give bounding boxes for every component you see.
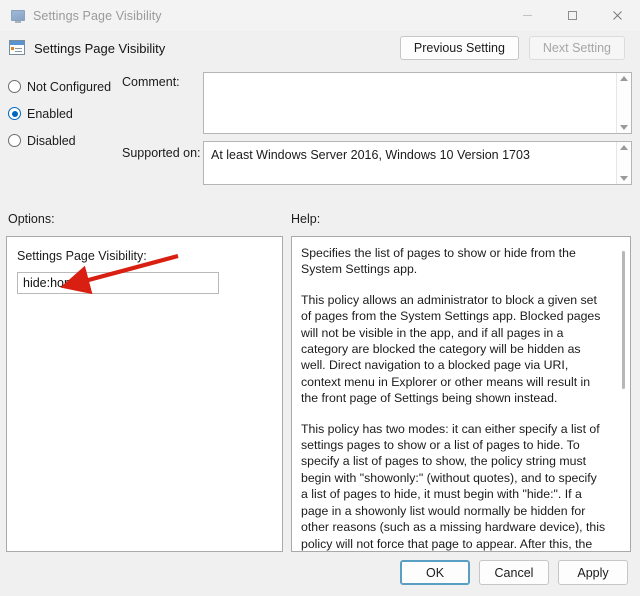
setting-navigation: Previous Setting Next Setting <box>399 36 625 60</box>
policy-state-section: Not Configured Enabled Disabled Comment:… <box>0 65 640 193</box>
radio-not-configured-indicator[interactable] <box>8 80 21 93</box>
policy-state-radio-group: Not Configured Enabled Disabled <box>8 73 120 154</box>
radio-enabled-indicator[interactable] <box>8 107 21 120</box>
radio-enabled-label: Enabled <box>27 106 73 121</box>
ok-button[interactable]: OK <box>400 560 470 585</box>
supported-on-label: Supported on: <box>122 146 201 160</box>
policy-setting-icon <box>9 40 26 56</box>
comment-scrollbar[interactable] <box>616 73 631 133</box>
settings-page-visibility-caption: Settings Page Visibility: <box>17 249 147 263</box>
comment-value[interactable] <box>204 73 616 133</box>
scroll-down-icon[interactable] <box>620 176 628 181</box>
next-setting-button[interactable]: Next Setting <box>528 36 625 60</box>
window-titlebar: Settings Page Visibility <box>0 0 640 31</box>
scroll-up-icon[interactable] <box>620 76 628 81</box>
scroll-down-icon[interactable] <box>620 125 628 130</box>
apply-button[interactable]: Apply <box>558 560 628 585</box>
comment-field[interactable] <box>203 72 632 134</box>
radio-not-configured-label: Not Configured <box>27 79 112 94</box>
help-scrollbar[interactable] <box>616 237 630 551</box>
previous-setting-button[interactable]: Previous Setting <box>399 36 519 60</box>
comment-label: Comment: <box>122 75 180 89</box>
help-paragraph: This policy has two modes: it can either… <box>301 421 606 551</box>
supported-on-field: At least Windows Server 2016, Windows 10… <box>203 141 632 185</box>
help-scrollbar-thumb[interactable] <box>622 251 625 389</box>
help-label: Help: <box>291 212 321 226</box>
radio-enabled[interactable]: Enabled <box>8 100 120 127</box>
dialog-footer: OK Cancel Apply <box>400 560 628 585</box>
help-paragraph: Specifies the list of pages to show or h… <box>301 246 576 277</box>
minimize-icon[interactable] <box>505 0 550 31</box>
dialog-header: Settings Page Visibility Previous Settin… <box>0 31 640 65</box>
settings-page-visibility-input[interactable] <box>17 272 219 294</box>
cancel-button[interactable]: Cancel <box>479 560 549 585</box>
radio-disabled-label: Disabled <box>27 133 76 148</box>
help-paragraph: This policy allows an administrator to b… <box>301 292 601 406</box>
close-icon[interactable] <box>595 0 640 31</box>
window-title: Settings Page Visibility <box>33 8 162 23</box>
help-text: Specifies the list of pages to show or h… <box>292 237 616 551</box>
radio-disabled[interactable]: Disabled <box>8 127 120 154</box>
options-panel: Settings Page Visibility: <box>6 236 283 552</box>
window-controls <box>505 0 640 31</box>
window-icon <box>9 8 25 24</box>
page-title: Settings Page Visibility <box>34 40 166 56</box>
supported-on-scrollbar[interactable] <box>616 142 631 184</box>
maximize-icon[interactable] <box>550 0 595 31</box>
scroll-up-icon[interactable] <box>620 145 628 150</box>
options-label: Options: <box>8 212 55 226</box>
help-panel: Specifies the list of pages to show or h… <box>291 236 631 552</box>
radio-disabled-indicator[interactable] <box>8 134 21 147</box>
supported-on-value: At least Windows Server 2016, Windows 10… <box>211 148 530 162</box>
radio-not-configured[interactable]: Not Configured <box>8 73 120 100</box>
